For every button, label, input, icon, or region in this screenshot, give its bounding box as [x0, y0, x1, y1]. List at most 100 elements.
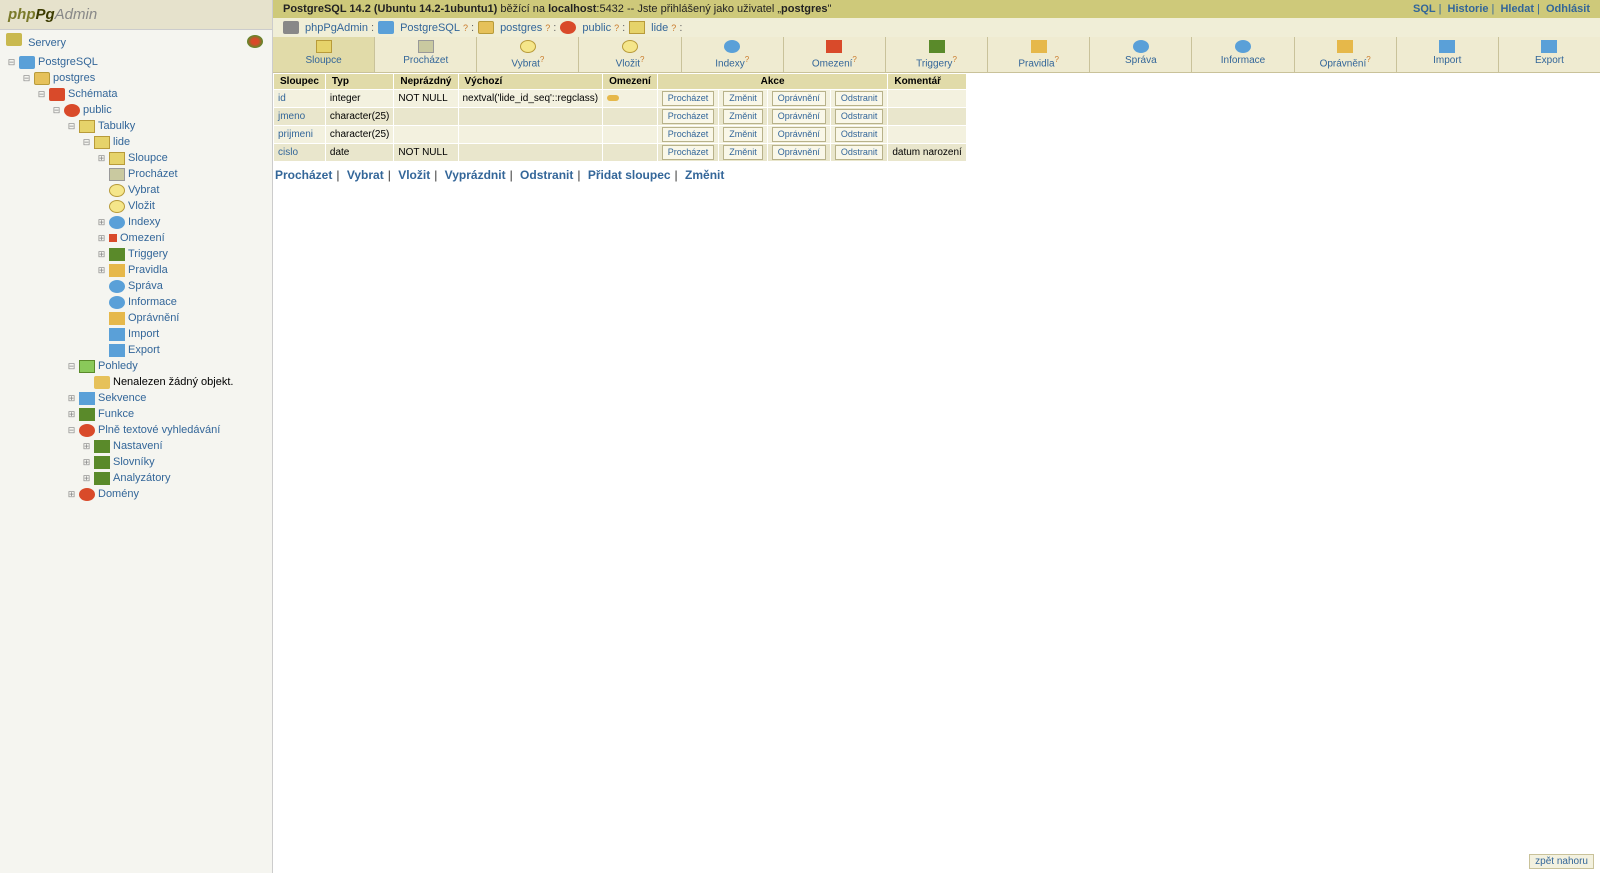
- export-icon: [109, 344, 125, 357]
- crumb-schema[interactable]: public: [582, 22, 611, 34]
- row-action-browse[interactable]: Procházet: [662, 145, 715, 160]
- crumb-dropdown-icon[interactable]: ?: [671, 23, 676, 33]
- action-browse[interactable]: Procházet: [275, 168, 332, 182]
- crumb-table[interactable]: lide: [651, 22, 668, 34]
- tree-fts-dict[interactable]: Slovníky: [113, 454, 155, 470]
- crumb-server[interactable]: PostgreSQL: [400, 22, 460, 34]
- tab-help-icon[interactable]: ?: [1366, 55, 1370, 64]
- tab-select[interactable]: Vybrat?: [477, 37, 579, 72]
- tree-domains[interactable]: Domény: [98, 486, 139, 502]
- crumb-app[interactable]: phpPgAdmin: [305, 22, 368, 34]
- tab-help-icon[interactable]: ?: [540, 55, 544, 64]
- column-name-link[interactable]: cislo: [278, 147, 298, 158]
- tree-fts[interactable]: Plně textové vyhledávání: [98, 422, 220, 438]
- tree-rules[interactable]: Pravidla: [128, 262, 168, 278]
- tree-database[interactable]: postgres: [53, 70, 95, 86]
- back-to-top[interactable]: zpět nahoru: [1529, 854, 1594, 869]
- row-action-alter[interactable]: Změnit: [723, 145, 763, 160]
- tab-help-icon[interactable]: ?: [745, 55, 749, 64]
- tab-columns[interactable]: Sloupce: [273, 37, 375, 72]
- tree-indexes[interactable]: Indexy: [128, 214, 160, 230]
- crumb-dropdown-icon[interactable]: ?: [463, 23, 468, 33]
- row-action-browse[interactable]: Procházet: [662, 109, 715, 124]
- tree-browse[interactable]: Procházet: [128, 166, 178, 182]
- tree-sequences[interactable]: Sekvence: [98, 390, 146, 406]
- tab-admin[interactable]: Správa: [1090, 37, 1192, 72]
- tab-help-icon[interactable]: ?: [952, 55, 956, 64]
- tab-help-icon[interactable]: ?: [640, 55, 644, 64]
- row-action-browse[interactable]: Procházet: [662, 91, 715, 106]
- constraints-icon: [826, 40, 842, 53]
- tab-indexes[interactable]: Indexy?: [682, 37, 784, 72]
- action-select[interactable]: Vybrat: [347, 168, 384, 182]
- logo-pg: Pg: [36, 6, 55, 23]
- column-comment: datum narození: [888, 144, 967, 162]
- tree-constraints[interactable]: Omezení: [120, 230, 165, 246]
- row-action-alter[interactable]: Změnit: [723, 91, 763, 106]
- tree-export[interactable]: Export: [128, 342, 160, 358]
- row-action-alter[interactable]: Změnit: [723, 127, 763, 142]
- row-action-privileges[interactable]: Oprávnění: [772, 145, 826, 160]
- row-action-drop[interactable]: Odstranit: [835, 127, 884, 142]
- info-icon: [1235, 40, 1251, 53]
- column-name-link[interactable]: id: [278, 93, 286, 104]
- row-action-alter[interactable]: Změnit: [723, 109, 763, 124]
- crumb-dropdown-icon[interactable]: ?: [614, 23, 619, 33]
- column-constraints: [603, 90, 658, 108]
- row-action-privileges[interactable]: Oprávnění: [772, 109, 826, 124]
- tab-triggers[interactable]: Triggery?: [886, 37, 988, 72]
- tree-fts-parser[interactable]: Analyzátory: [113, 470, 170, 486]
- column-notnull: NOT NULL: [394, 144, 458, 162]
- tree-schema[interactable]: public: [83, 102, 112, 118]
- tree-triggers[interactable]: Triggery: [128, 246, 168, 262]
- action-addcol[interactable]: Přidat sloupec: [588, 168, 671, 182]
- tab-insert[interactable]: Vložit?: [579, 37, 681, 72]
- tab-import[interactable]: Import: [1397, 37, 1499, 72]
- toplink-find[interactable]: Hledat: [1500, 3, 1534, 15]
- action-empty[interactable]: Vyprázdnit: [445, 168, 506, 182]
- toplink-logout[interactable]: Odhlásit: [1546, 3, 1590, 15]
- row-action-browse[interactable]: Procházet: [662, 127, 715, 142]
- column-name-link[interactable]: jmeno: [278, 111, 305, 122]
- tab-browse[interactable]: Procházet: [375, 37, 477, 72]
- tree-fts-conf[interactable]: Nastavení: [113, 438, 163, 454]
- table-row: prijmenicharacter(25)ProcházetZměnitOprá…: [274, 126, 967, 144]
- tab-info[interactable]: Informace: [1192, 37, 1294, 72]
- info-icon: [109, 296, 125, 309]
- tree-select[interactable]: Vybrat: [128, 182, 159, 198]
- toplink-sql[interactable]: SQL: [1413, 3, 1436, 15]
- tree-import[interactable]: Import: [128, 326, 159, 342]
- tree-info[interactable]: Informace: [128, 294, 177, 310]
- row-action-drop[interactable]: Odstranit: [835, 145, 884, 160]
- tree-servers[interactable]: Servery: [28, 37, 66, 49]
- tree-views[interactable]: Pohledy: [98, 358, 138, 374]
- action-drop[interactable]: Odstranit: [520, 168, 573, 182]
- tree-table[interactable]: lide: [113, 134, 130, 150]
- tree-insert[interactable]: Vložit: [128, 198, 155, 214]
- tab-privileges[interactable]: Oprávnění?: [1295, 37, 1397, 72]
- tree-privileges[interactable]: Oprávnění: [128, 310, 179, 326]
- row-action-privileges[interactable]: Oprávnění: [772, 91, 826, 106]
- row-action-drop[interactable]: Odstranit: [835, 91, 884, 106]
- tree-admin[interactable]: Správa: [128, 278, 163, 294]
- action-alter[interactable]: Změnit: [685, 168, 724, 182]
- tree-columns[interactable]: Sloupce: [128, 150, 168, 166]
- tree-schemas[interactable]: Schémata: [68, 86, 118, 102]
- tab-constraints[interactable]: Omezení?: [784, 37, 886, 72]
- tab-help-icon[interactable]: ?: [852, 55, 856, 64]
- tree-server[interactable]: PostgreSQL: [38, 54, 98, 70]
- column-name-link[interactable]: prijmeni: [278, 129, 313, 140]
- toplink-history[interactable]: Historie: [1448, 3, 1489, 15]
- tree-functions[interactable]: Funkce: [98, 406, 134, 422]
- row-action-privileges[interactable]: Oprávnění: [772, 127, 826, 142]
- crumb-database[interactable]: postgres: [500, 22, 542, 34]
- row-action-drop[interactable]: Odstranit: [835, 109, 884, 124]
- tab-help-icon[interactable]: ?: [1055, 55, 1059, 64]
- tab-export[interactable]: Export: [1499, 37, 1600, 72]
- crumb-dropdown-icon[interactable]: ?: [545, 23, 550, 33]
- tree-tables[interactable]: Tabulky: [98, 118, 135, 134]
- action-insert[interactable]: Vložit: [398, 168, 430, 182]
- column-comment: [888, 126, 967, 144]
- tab-rules[interactable]: Pravidla?: [988, 37, 1090, 72]
- refresh-icon[interactable]: [247, 35, 263, 48]
